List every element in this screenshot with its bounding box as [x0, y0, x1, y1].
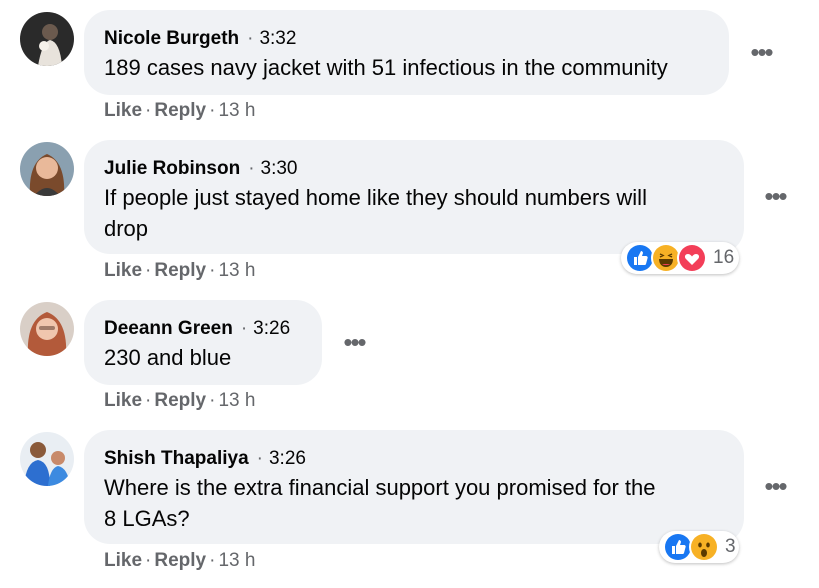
comment-actions: Like · Reply · 13 h: [104, 550, 256, 571]
comment-text: 189 cases navy jacket with 51 infectious…: [104, 55, 668, 80]
comment-time[interactable]: 3:26: [269, 448, 306, 469]
reply-link[interactable]: Reply: [154, 390, 206, 411]
avatar-photo-icon: [20, 432, 74, 486]
comment-age[interactable]: 13 h: [218, 390, 255, 411]
reply-link[interactable]: Reply: [154, 550, 206, 571]
comment-bubble: Deeann Green · 3:26 230 and blue: [84, 300, 322, 385]
comment-text: Where is the extra financial support you…: [104, 475, 656, 531]
like-link[interactable]: Like: [104, 550, 142, 571]
separator-dot: ·: [248, 158, 255, 179]
reply-link[interactable]: Reply: [154, 100, 206, 121]
like-link[interactable]: Like: [104, 100, 142, 121]
avatar[interactable]: [20, 432, 74, 486]
comment-text: If people just stayed home like they sho…: [104, 185, 647, 241]
separator-dot: ·: [240, 318, 248, 339]
comment-actions: Like · Reply · 13 h: [104, 100, 256, 121]
comment-bubble: Nicole Burgeth · 3:32 189 cases navy jacke…: [84, 10, 729, 95]
comment-time[interactable]: 3:26: [253, 318, 290, 339]
author-name[interactable]: Julie Robinson: [104, 158, 240, 179]
avatar[interactable]: [20, 142, 74, 196]
avatar[interactable]: [20, 12, 74, 66]
avatar-photo-icon: [20, 142, 74, 196]
reaction-count: 16: [713, 247, 735, 268]
avatar[interactable]: [20, 302, 74, 356]
comment-age[interactable]: 13 h: [218, 260, 255, 281]
more-options-icon[interactable]: •••: [741, 32, 781, 72]
avatar-photo-icon: [20, 302, 74, 356]
more-options-icon[interactable]: •••: [755, 176, 795, 216]
separator-dot: ·: [247, 28, 254, 49]
like-link[interactable]: Like: [104, 390, 142, 411]
reactions-summary[interactable]: 16: [621, 242, 739, 274]
comment-bubble: Shish Thapaliya · 3:26 Where is the extra …: [84, 430, 744, 544]
author-name[interactable]: Deeann Green: [104, 318, 233, 339]
comment-text: 230 and blue: [104, 345, 232, 370]
love-reaction-icon: [677, 243, 707, 273]
separator-dot: ·: [256, 448, 263, 469]
reaction-count: 3: [725, 536, 736, 557]
author-name[interactable]: Shish Thapaliya: [104, 448, 249, 469]
comment-time[interactable]: 3:30: [261, 158, 298, 179]
comment-age[interactable]: 13 h: [218, 100, 255, 121]
wow-reaction-icon: [689, 532, 719, 562]
like-link[interactable]: Like: [104, 260, 142, 281]
author-name[interactable]: Nicole Burgeth: [104, 28, 239, 49]
comment-time[interactable]: 3:32: [259, 28, 296, 49]
reactions-summary[interactable]: 3: [659, 531, 739, 563]
more-options-icon[interactable]: •••: [334, 322, 374, 362]
avatar-photo-icon: [20, 12, 74, 66]
comment-bubble: Julie Robinson · 3:30 If people just staye…: [84, 140, 744, 254]
reply-link[interactable]: Reply: [154, 260, 206, 281]
comment-age[interactable]: 13 h: [218, 550, 255, 571]
comment-actions: Like · Reply · 13 h: [104, 260, 256, 281]
comment-actions: Like · Reply · 13 h: [104, 390, 256, 411]
more-options-icon[interactable]: •••: [755, 466, 795, 506]
